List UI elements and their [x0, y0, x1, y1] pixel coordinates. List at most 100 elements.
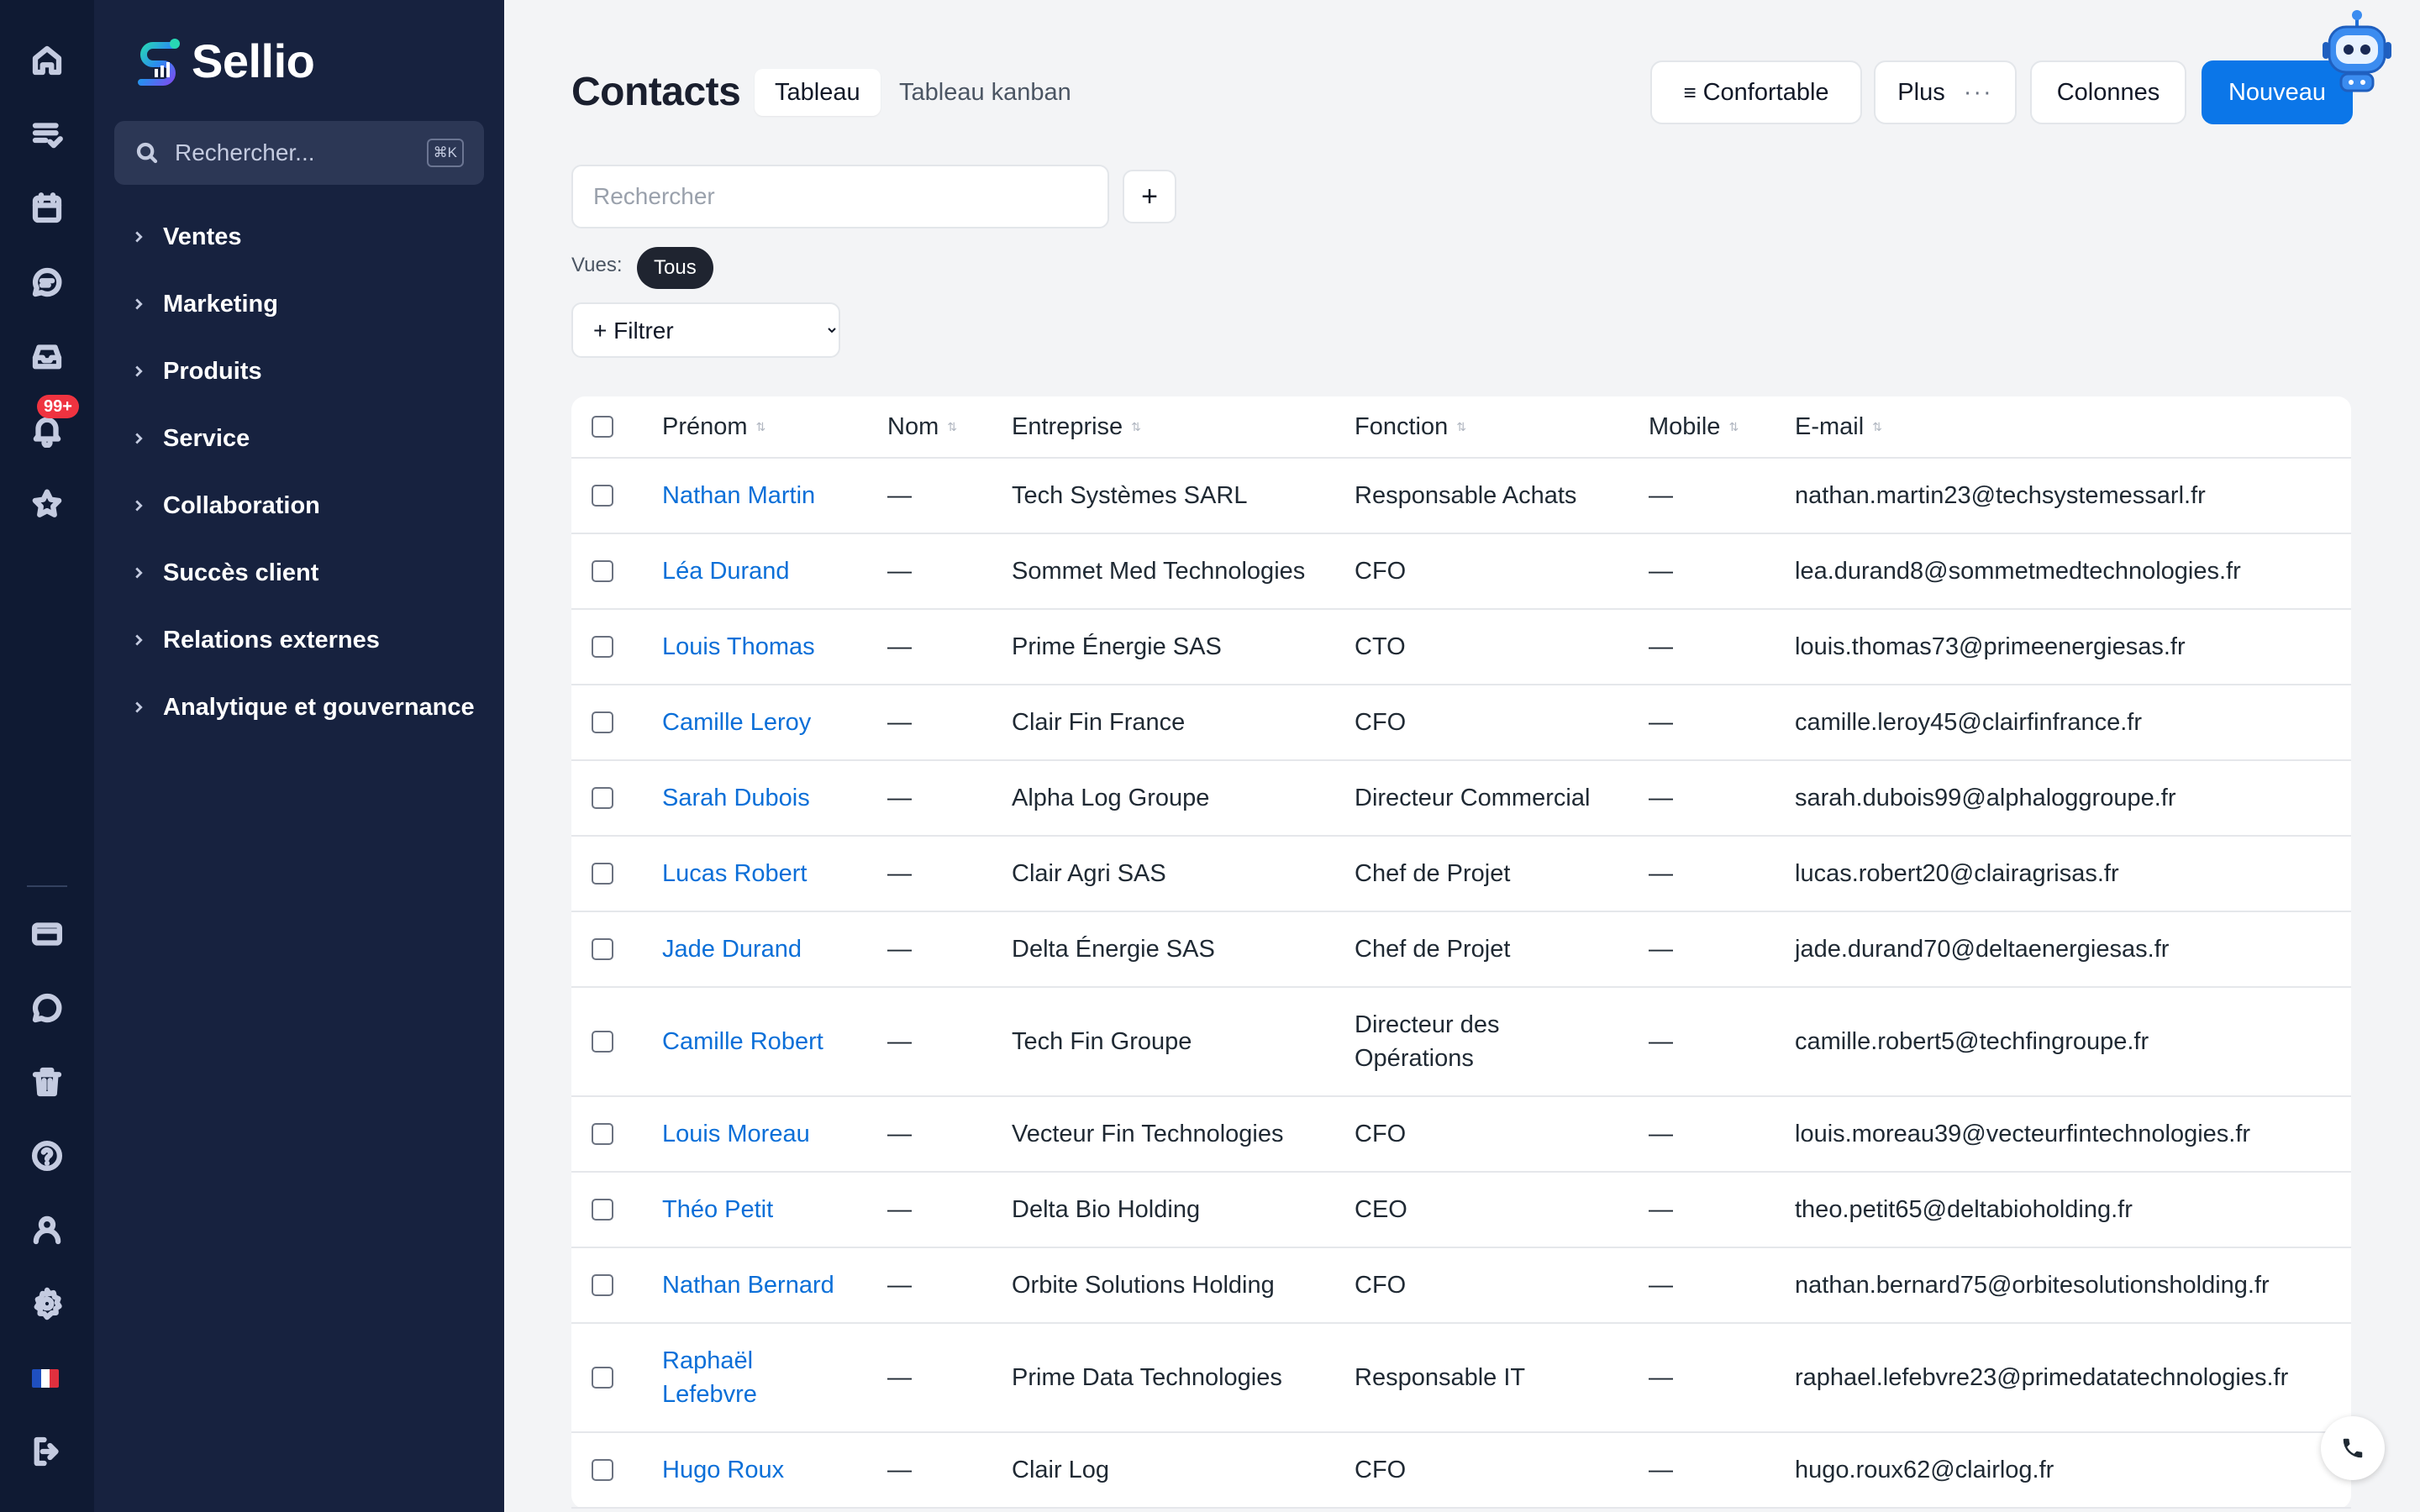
- contact-first-name-link[interactable]: Nathan Bernard: [662, 1248, 872, 1322]
- phone-icon: [2343, 1438, 2363, 1458]
- contact-first-name-link[interactable]: Léa Durand: [662, 534, 872, 608]
- home-icon[interactable]: [20, 34, 74, 87]
- column-header-email[interactable]: E-mail ⇅: [1795, 396, 2349, 457]
- sidebar-item-succes-client[interactable]: Succès client: [129, 539, 499, 606]
- table-row[interactable]: Camille Leroy — Clair Fin France CFO — c…: [571, 685, 2351, 761]
- help-icon[interactable]: [20, 1129, 74, 1183]
- menu-icon: ≡: [1683, 79, 1697, 105]
- sidebar-item-produits[interactable]: Produits: [129, 338, 499, 405]
- contact-mobile: —: [1649, 1028, 1673, 1055]
- density-button[interactable]: ≡ Confortable: [1650, 60, 1862, 124]
- tasks-icon[interactable]: [20, 108, 74, 161]
- contacts-search-input[interactable]: [571, 165, 1109, 228]
- user-icon[interactable]: [20, 1203, 74, 1257]
- add-search-button[interactable]: +: [1123, 170, 1176, 223]
- table-row[interactable]: Léa Durand — Sommet Med Technologies CFO…: [571, 534, 2351, 610]
- sidebar-item-ventes[interactable]: Ventes: [129, 203, 499, 270]
- table-row[interactable]: Jade Durand — Delta Énergie SAS Chef de …: [571, 912, 2351, 988]
- view-chip-tous[interactable]: Tous: [637, 247, 713, 289]
- contact-company: Tech Systèmes SARL: [1012, 482, 1248, 509]
- tab-tableau[interactable]: Tableau: [755, 69, 881, 116]
- table-row[interactable]: Nathan Martin — Tech Systèmes SARL Respo…: [571, 459, 2351, 534]
- table-row[interactable]: Hugo Roux — Clair Log CFO — hugo.roux62@…: [571, 1433, 2351, 1509]
- chevron-right-icon: [135, 500, 143, 512]
- row-checkbox[interactable]: [592, 1199, 613, 1221]
- row-checkbox[interactable]: [592, 863, 613, 885]
- sidebar-item-relations-externes[interactable]: Relations externes: [129, 606, 499, 674]
- row-checkbox[interactable]: [592, 1031, 613, 1053]
- table-row[interactable]: Nathan Bernard — Orbite Solutions Holdin…: [571, 1248, 2351, 1324]
- contact-email: hugo.roux62@clairlog.fr: [1795, 1457, 2054, 1483]
- tab-tableau-kanban[interactable]: Tableau kanban: [879, 69, 1092, 116]
- sidebar-item-analytique[interactable]: Analytique et gouvernance: [129, 674, 499, 741]
- star-icon[interactable]: [20, 477, 74, 531]
- table-row[interactable]: Louis Thomas — Prime Énergie SAS CTO — l…: [571, 610, 2351, 685]
- contact-last-name: —: [887, 633, 912, 660]
- row-checkbox[interactable]: [592, 1123, 613, 1145]
- sidebar-item-service[interactable]: Service: [129, 405, 499, 472]
- row-checkbox[interactable]: [592, 711, 613, 733]
- table-header: Prénom ⇅ Nom ⇅ Entreprise ⇅ Fonction ⇅ Mobil…: [571, 396, 2351, 459]
- brand-logo[interactable]: Sellio: [129, 32, 315, 89]
- contact-email: louis.moreau39@vecteurfintechnologies.fr: [1795, 1121, 2251, 1147]
- filter-select[interactable]: + Filtrer: [571, 302, 840, 358]
- table-row[interactable]: Raphaël Lefebvre — Prime Data Technologi…: [571, 1324, 2351, 1433]
- select-all-checkbox[interactable]: [592, 416, 613, 438]
- contact-first-name-link[interactable]: Lucas Robert: [662, 837, 872, 911]
- table-row[interactable]: Louis Moreau — Vecteur Fin Technologies …: [571, 1097, 2351, 1173]
- settings-icon[interactable]: [20, 1277, 74, 1331]
- contact-function: CTO: [1355, 633, 1406, 660]
- more-button[interactable]: Plus ···: [1874, 60, 2017, 124]
- column-header-nom[interactable]: Nom ⇅: [887, 396, 997, 457]
- column-header-entreprise[interactable]: Entreprise ⇅: [1012, 396, 1348, 457]
- contact-first-name-link[interactable]: Louis Thomas: [662, 610, 872, 684]
- message-icon[interactable]: [20, 981, 74, 1035]
- row-checkbox[interactable]: [592, 1459, 613, 1481]
- contact-function: CEO: [1355, 1196, 1407, 1223]
- calendar-icon[interactable]: [20, 181, 74, 235]
- table-row[interactable]: Théo Petit — Delta Bio Holding CEO — the…: [571, 1173, 2351, 1248]
- shortcut-hint: ⌘K: [426, 139, 464, 167]
- row-checkbox[interactable]: [592, 1367, 613, 1389]
- sidebar-item-label: Marketing: [163, 290, 278, 318]
- sidebar-search[interactable]: Rechercher... ⌘K: [114, 121, 484, 185]
- chat-icon[interactable]: [20, 255, 74, 309]
- row-checkbox[interactable]: [592, 1274, 613, 1296]
- contact-first-name-link[interactable]: Camille Leroy: [662, 685, 872, 759]
- card-icon[interactable]: [20, 907, 74, 961]
- table-row[interactable]: Lucas Robert — Clair Agri SAS Chef de Pr…: [571, 837, 2351, 912]
- row-checkbox[interactable]: [592, 560, 613, 582]
- contact-first-name-link[interactable]: Raphaël Lefebvre: [662, 1324, 788, 1431]
- contact-first-name-link[interactable]: Camille Robert: [662, 988, 872, 1095]
- flag-fr-icon[interactable]: [32, 1369, 59, 1388]
- phone-button[interactable]: [2321, 1416, 2385, 1480]
- contact-last-name: —: [887, 785, 912, 811]
- sidebar-item-collaboration[interactable]: Collaboration: [129, 472, 499, 539]
- row-checkbox[interactable]: [592, 938, 613, 960]
- contact-company: Alpha Log Groupe: [1012, 785, 1210, 811]
- contact-first-name-link[interactable]: Théo Petit: [662, 1173, 872, 1247]
- assistant-robot-icon[interactable]: [2319, 5, 2395, 97]
- table-row[interactable]: Sarah Dubois — Alpha Log Groupe Directeu…: [571, 761, 2351, 837]
- inbox-icon[interactable]: [20, 329, 74, 383]
- sidebar-item-marketing[interactable]: Marketing: [129, 270, 499, 338]
- column-header-fonction[interactable]: Fonction ⇅: [1355, 396, 1632, 457]
- row-checkbox[interactable]: [592, 485, 613, 507]
- contact-first-name-link[interactable]: Louis Moreau: [662, 1097, 872, 1171]
- contact-last-name: —: [887, 709, 912, 736]
- contact-first-name-link[interactable]: Sarah Dubois: [662, 761, 872, 835]
- row-checkbox[interactable]: [592, 636, 613, 658]
- contact-first-name-link[interactable]: Jade Durand: [662, 912, 872, 986]
- contact-first-name-link[interactable]: Nathan Martin: [662, 459, 872, 533]
- table-row[interactable]: Camille Robert — Tech Fin Groupe Directe…: [571, 988, 2351, 1097]
- logout-icon[interactable]: [20, 1425, 74, 1478]
- columns-button[interactable]: Colonnes: [2030, 60, 2186, 124]
- contact-first-name-link[interactable]: Hugo Roux: [662, 1433, 872, 1507]
- row-checkbox[interactable]: [592, 787, 613, 809]
- trash-icon[interactable]: [20, 1055, 74, 1109]
- column-header-mobile[interactable]: Mobile ⇅: [1649, 396, 1775, 457]
- sidebar-item-label: Relations externes: [163, 626, 380, 654]
- sort-icon: ⇅: [1872, 420, 1882, 433]
- sellio-logo-icon: [138, 39, 180, 86]
- column-header-prenom[interactable]: Prénom ⇅: [662, 396, 872, 457]
